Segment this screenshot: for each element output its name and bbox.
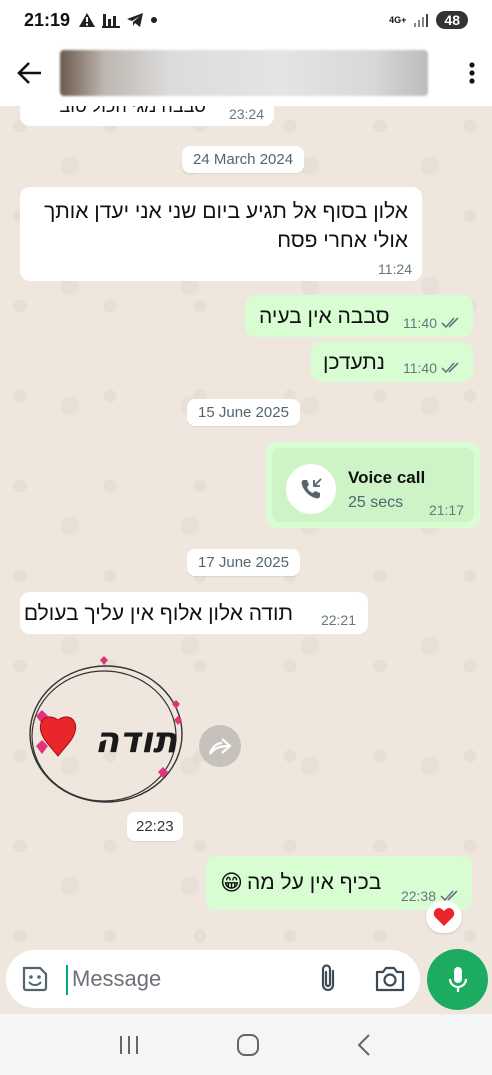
message-input[interactable] bbox=[72, 958, 292, 1000]
battery-icon: 48 bbox=[436, 11, 468, 29]
message-time: 11:40 bbox=[403, 315, 437, 331]
message-time: 22:21 bbox=[320, 612, 356, 628]
composer bbox=[0, 948, 492, 1014]
message-text: תודה אלון אלוף אין עליך בעולם bbox=[23, 602, 293, 625]
mic-icon bbox=[448, 966, 467, 992]
grin-emoji-icon: 😁 bbox=[220, 870, 243, 895]
voice-call-message[interactable]: Voice call 25 secs 21:17 bbox=[266, 442, 480, 528]
date-label: 15 June 2025 bbox=[198, 404, 289, 421]
message-meta: 22:21 bbox=[321, 612, 356, 628]
message-text: נתעדכן bbox=[323, 351, 385, 374]
call-duration: 25 secs bbox=[348, 494, 404, 511]
sticker-message[interactable]: תודה bbox=[24, 654, 186, 806]
sticker-time: 22:23 bbox=[127, 812, 183, 841]
message-incoming[interactable]: אלון בסוף אל תגיע ביום שני אני יעדן אותך… bbox=[20, 187, 422, 281]
back-nav-icon[interactable] bbox=[355, 1033, 375, 1057]
message-time: 11:40 bbox=[403, 360, 437, 376]
telegram-icon bbox=[127, 13, 144, 27]
message-line: אלון בסוף אל תגיע ביום שני אני יעדן אותך bbox=[44, 200, 408, 223]
network-type: 4G+ bbox=[389, 14, 407, 25]
camera-icon[interactable] bbox=[374, 965, 406, 993]
voice-call-card[interactable]: Voice call 25 secs 21:17 bbox=[272, 448, 474, 522]
stats-icon bbox=[102, 14, 121, 28]
attach-icon[interactable] bbox=[314, 963, 342, 995]
forward-icon bbox=[208, 738, 232, 755]
alert-icon bbox=[79, 13, 96, 27]
home-icon[interactable] bbox=[235, 1033, 261, 1057]
message-time: 23:24 bbox=[228, 106, 264, 122]
message-outgoing[interactable]: סבבה אין בעיה 11:40 bbox=[245, 295, 473, 337]
thank-you-sticker: תודה bbox=[29, 656, 183, 803]
status-right: 4G+ 48 bbox=[389, 11, 468, 29]
battery-level: 48 bbox=[444, 12, 460, 28]
message-incoming[interactable]: סבבה מגי הכול טוב 23:24 bbox=[20, 106, 274, 126]
sticker-text: תודה bbox=[95, 720, 178, 761]
message-text: סבבה מגי הכול טוב bbox=[59, 106, 207, 116]
status-icons bbox=[78, 12, 158, 28]
message-incoming[interactable]: תודה אלון אלוף אין עליך בעולם 22:21 bbox=[20, 592, 368, 634]
text-cursor bbox=[66, 965, 68, 995]
system-nav-bar bbox=[0, 1014, 492, 1075]
contact-name-blurred[interactable] bbox=[60, 50, 428, 96]
message-body: בכיף אין על מה bbox=[246, 871, 382, 894]
message-time: 22:23 bbox=[136, 818, 174, 835]
date-chip: 24 March 2024 bbox=[182, 146, 305, 173]
arrow-left-icon bbox=[17, 62, 41, 84]
message-meta: 11:40 bbox=[403, 315, 463, 331]
status-time: 21:19 bbox=[24, 9, 71, 30]
message-text: בכיף אין על מה 😁 bbox=[220, 868, 381, 897]
message-meta: 23:24 bbox=[229, 106, 264, 122]
emoji-sticker-icon[interactable] bbox=[20, 964, 50, 994]
status-bar: 21:19 4G+ 48 bbox=[0, 0, 492, 40]
message-time: 21:17 bbox=[428, 502, 464, 518]
double-check-icon bbox=[441, 317, 459, 329]
chat-area[interactable]: סבבה מגי הכול טוב 23:24 24 March 2024 אל… bbox=[0, 106, 492, 948]
incoming-call-icon bbox=[301, 478, 322, 499]
recent-apps-icon[interactable] bbox=[117, 1034, 141, 1056]
reaction-badge[interactable] bbox=[426, 901, 462, 933]
message-time: 11:24 bbox=[378, 261, 412, 277]
voice-record-button[interactable] bbox=[427, 949, 488, 1010]
date-label: 17 June 2025 bbox=[198, 554, 289, 571]
message-outgoing[interactable]: נתעדכן 11:40 bbox=[311, 342, 473, 382]
message-input-bar[interactable] bbox=[6, 950, 420, 1008]
message-text: אלון בסוף אל תגיע ביום שני אני יעדן אותך… bbox=[44, 197, 408, 255]
message-meta: 11:40 bbox=[403, 360, 463, 376]
chat-header bbox=[0, 40, 492, 106]
call-icon-circle bbox=[286, 464, 336, 514]
dot-icon bbox=[151, 17, 158, 23]
call-title: Voice call bbox=[348, 468, 426, 487]
date-label: 24 March 2024 bbox=[193, 151, 294, 168]
forward-button[interactable] bbox=[199, 725, 241, 767]
more-options-button[interactable] bbox=[452, 40, 492, 106]
message-time: 22:38 bbox=[400, 888, 436, 904]
double-check-icon bbox=[441, 362, 459, 374]
message-line: אולי אחרי פסח bbox=[277, 229, 408, 252]
more-vert-icon bbox=[469, 62, 475, 84]
date-chip: 15 June 2025 bbox=[187, 399, 300, 426]
message-outgoing[interactable]: בכיף אין על מה 😁 22:38 bbox=[206, 856, 472, 910]
heart-icon bbox=[433, 908, 455, 926]
date-chip: 17 June 2025 bbox=[187, 549, 300, 576]
signal-icon bbox=[414, 14, 429, 27]
back-button[interactable] bbox=[0, 40, 60, 106]
message-meta: 11:24 bbox=[378, 261, 412, 277]
message-text: סבבה אין בעיה bbox=[259, 305, 390, 328]
